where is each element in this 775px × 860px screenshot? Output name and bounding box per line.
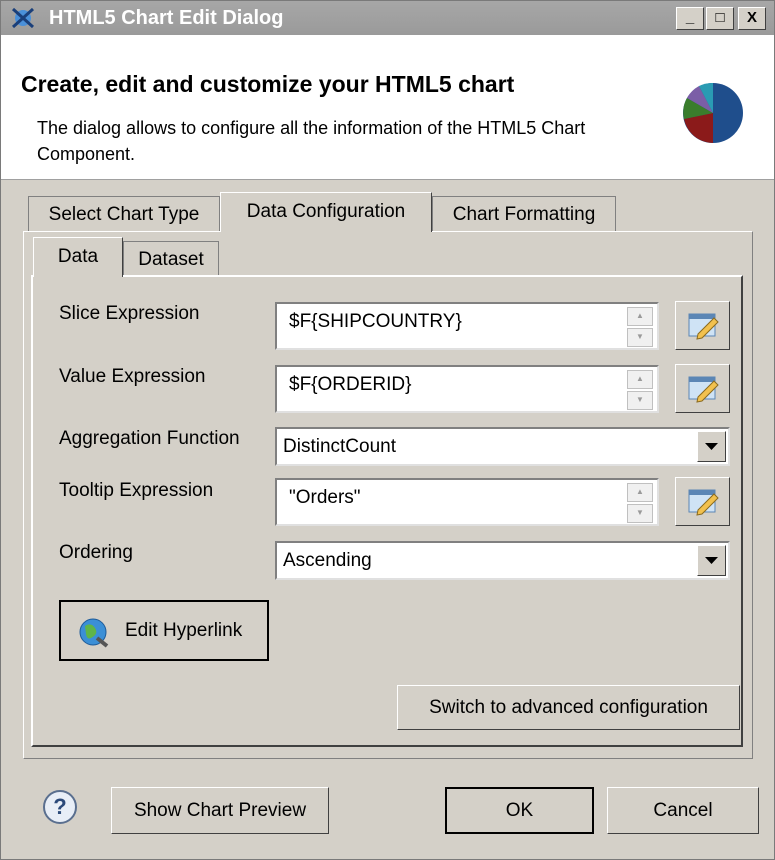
slice-expression-field[interactable]: $F{SHIPCOUNTRY} ▲ ▼ (275, 302, 659, 350)
value-expression-spinner[interactable]: ▲ ▼ (627, 370, 653, 410)
header-title: Create, edit and customize your HTML5 ch… (21, 71, 515, 97)
subtab-dataset[interactable]: Dataset (123, 241, 219, 277)
tooltip-expression-edit-button[interactable] (675, 477, 730, 526)
chevron-down-icon[interactable] (697, 431, 726, 462)
minimize-button[interactable]: _ (676, 7, 704, 30)
globe-link-icon (79, 618, 109, 648)
subtab-data[interactable]: Data (33, 237, 123, 277)
close-button[interactable]: X (738, 7, 766, 30)
maximize-button[interactable]: □ (706, 7, 734, 30)
edit-hyperlink-label: Edit Hyperlink (125, 620, 243, 641)
tab-chart-formatting[interactable]: Chart Formatting (432, 196, 616, 232)
header-description: The dialog allows to configure all the i… (37, 118, 586, 164)
aggregation-function-select[interactable]: DistinctCount (275, 427, 730, 466)
aggregation-function-value: DistinctCount (283, 436, 396, 457)
slice-expression-label: Slice Expression (59, 303, 200, 324)
tooltip-expression-label: Tooltip Expression (59, 480, 214, 501)
show-chart-preview-button[interactable]: Show Chart Preview (111, 787, 329, 834)
value-expression-label: Value Expression (59, 366, 206, 387)
window-title: HTML5 Chart Edit Dialog (49, 7, 284, 29)
spin-up-icon[interactable]: ▲ (627, 307, 653, 326)
dialog-window: HTML5 Chart Edit Dialog _ □ X Create, ed… (0, 0, 775, 860)
value-expression-edit-button[interactable] (675, 364, 730, 413)
edit-expression-icon (688, 376, 719, 403)
ordering-label: Ordering (59, 542, 133, 563)
tooltip-expression-spinner[interactable]: ▲ ▼ (627, 483, 653, 523)
ordering-value: Ascending (283, 550, 372, 571)
spin-up-icon[interactable]: ▲ (627, 483, 653, 502)
spin-down-icon[interactable]: ▼ (627, 391, 653, 410)
value-expression-field[interactable]: $F{ORDERID} ▲ ▼ (275, 365, 659, 413)
value-expression-value: $F{ORDERID} (289, 374, 412, 395)
edit-expression-icon (688, 489, 719, 516)
aggregation-function-label: Aggregation Function (59, 428, 240, 449)
app-icon (11, 7, 35, 29)
tooltip-expression-field[interactable]: "Orders" ▲ ▼ (275, 478, 659, 526)
cancel-button[interactable]: Cancel (607, 787, 759, 834)
ok-button[interactable]: OK (445, 787, 594, 834)
pie-chart-icon (683, 82, 743, 143)
switch-advanced-configuration-button[interactable]: Switch to advanced configuration (397, 685, 740, 730)
help-icon[interactable]: ? (42, 789, 78, 825)
help-icon-glyph: ? (53, 794, 67, 819)
edit-expression-icon (688, 313, 719, 340)
tab-select-chart-type[interactable]: Select Chart Type (28, 196, 220, 232)
spin-down-icon[interactable]: ▼ (627, 504, 653, 523)
title-bar[interactable]: HTML5 Chart Edit Dialog _ □ X (1, 1, 774, 35)
tooltip-expression-value: "Orders" (289, 487, 361, 508)
slice-expression-value: $F{SHIPCOUNTRY} (289, 311, 462, 332)
chevron-down-icon[interactable] (697, 545, 726, 576)
tab-data-configuration[interactable]: Data Configuration (220, 192, 432, 232)
spin-down-icon[interactable]: ▼ (627, 328, 653, 347)
spin-up-icon[interactable]: ▲ (627, 370, 653, 389)
slice-expression-spinner[interactable]: ▲ ▼ (627, 307, 653, 347)
ordering-select[interactable]: Ascending (275, 541, 730, 580)
slice-expression-edit-button[interactable] (675, 301, 730, 350)
header-banner: Create, edit and customize your HTML5 ch… (1, 35, 774, 180)
edit-hyperlink-button[interactable]: Edit Hyperlink (59, 600, 269, 661)
